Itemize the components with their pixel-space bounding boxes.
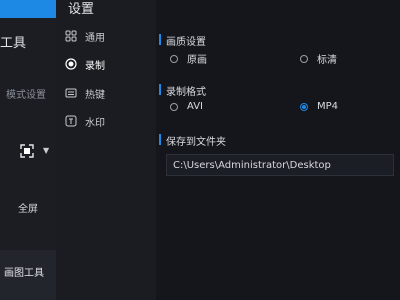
- radio-circle: [300, 102, 308, 111]
- radio-standard[interactable]: 标清: [300, 51, 337, 66]
- radio-label: MP4: [317, 101, 339, 112]
- nav-item-label: 水印: [85, 117, 105, 129]
- save-folder-input[interactable]: [166, 154, 394, 176]
- radio-avi[interactable]: AVI: [170, 101, 203, 112]
- folder-section-title: 保存到文件夹: [159, 133, 226, 148]
- grid-icon: [65, 30, 77, 42]
- radio-circle: [300, 54, 308, 63]
- nav-item-hotkeys[interactable]: 热键: [56, 82, 156, 104]
- radio-original[interactable]: 原画: [170, 51, 207, 66]
- quality-section-title: 画质设置: [159, 33, 206, 48]
- tools-title: 工具: [0, 36, 27, 51]
- settings-nav: 设置 通用 录制 热键 水印: [56, 0, 156, 300]
- nav-item-label: 录制: [85, 60, 105, 72]
- draw-tools-label: 画图工具: [4, 268, 44, 279]
- settings-title: 设置: [68, 2, 95, 17]
- radio-mp4[interactable]: MP4: [300, 101, 338, 112]
- radio-circle: [170, 54, 178, 63]
- radio-circle: [170, 102, 178, 111]
- nav-item-watermark[interactable]: 水印: [56, 110, 156, 132]
- settings-content: 画质设置 原画 标清 录制格式 AVI MP4 保存到文件夹: [156, 0, 400, 300]
- keyboard-icon: [65, 88, 77, 98]
- active-tab-indicator[interactable]: [0, 0, 56, 18]
- radio-label: AVI: [187, 101, 203, 112]
- chevron-down-icon[interactable]: ▼: [43, 146, 49, 155]
- format-section-title: 录制格式: [159, 83, 206, 98]
- nav-item-label: 通用: [85, 32, 105, 44]
- radio-label: 标清: [317, 55, 337, 66]
- nav-item-record[interactable]: 录制: [56, 53, 156, 75]
- fullscreen-label[interactable]: 全屏: [18, 200, 38, 215]
- fullscreen-icon[interactable]: [20, 144, 34, 158]
- app-toolbar: 工具 模式设置 ▼ 全屏 画图工具: [0, 0, 56, 300]
- record-icon: [65, 58, 77, 70]
- nav-item-label: 热键: [85, 89, 105, 101]
- mode-settings-label[interactable]: 模式设置: [6, 86, 46, 101]
- draw-tools-button[interactable]: 画图工具: [0, 250, 56, 300]
- watermark-icon: [65, 115, 77, 127]
- radio-label: 原画: [187, 55, 207, 66]
- nav-item-general[interactable]: 通用: [56, 25, 156, 47]
